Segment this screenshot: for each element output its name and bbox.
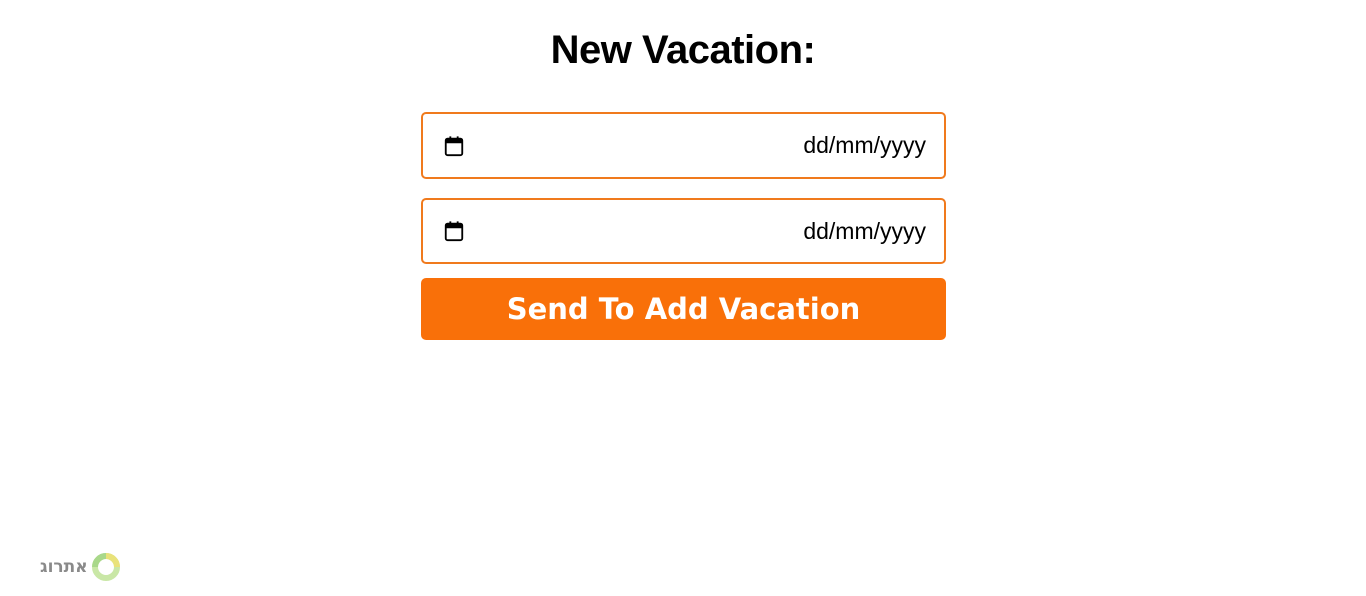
end-date-input[interactable]: dd/mm/yyyy	[421, 198, 946, 264]
end-date-placeholder: dd/mm/yyyy	[803, 217, 926, 244]
logo-ring-icon	[90, 551, 122, 583]
calendar-icon[interactable]	[443, 220, 465, 242]
site-logo[interactable]: אתרוג	[40, 550, 122, 584]
page: New Vacation: dd/mm/yyyy dd/mm/yyyy Send…	[0, 0, 1366, 596]
page-title: New Vacation:	[550, 28, 816, 72]
logo-text: אתרוג	[40, 557, 88, 577]
send-to-add-vacation-button[interactable]: Send To Add Vacation	[421, 278, 946, 340]
calendar-icon[interactable]	[443, 135, 465, 157]
start-date-placeholder: dd/mm/yyyy	[803, 132, 926, 158]
start-date-input[interactable]: dd/mm/yyyy	[421, 112, 946, 179]
